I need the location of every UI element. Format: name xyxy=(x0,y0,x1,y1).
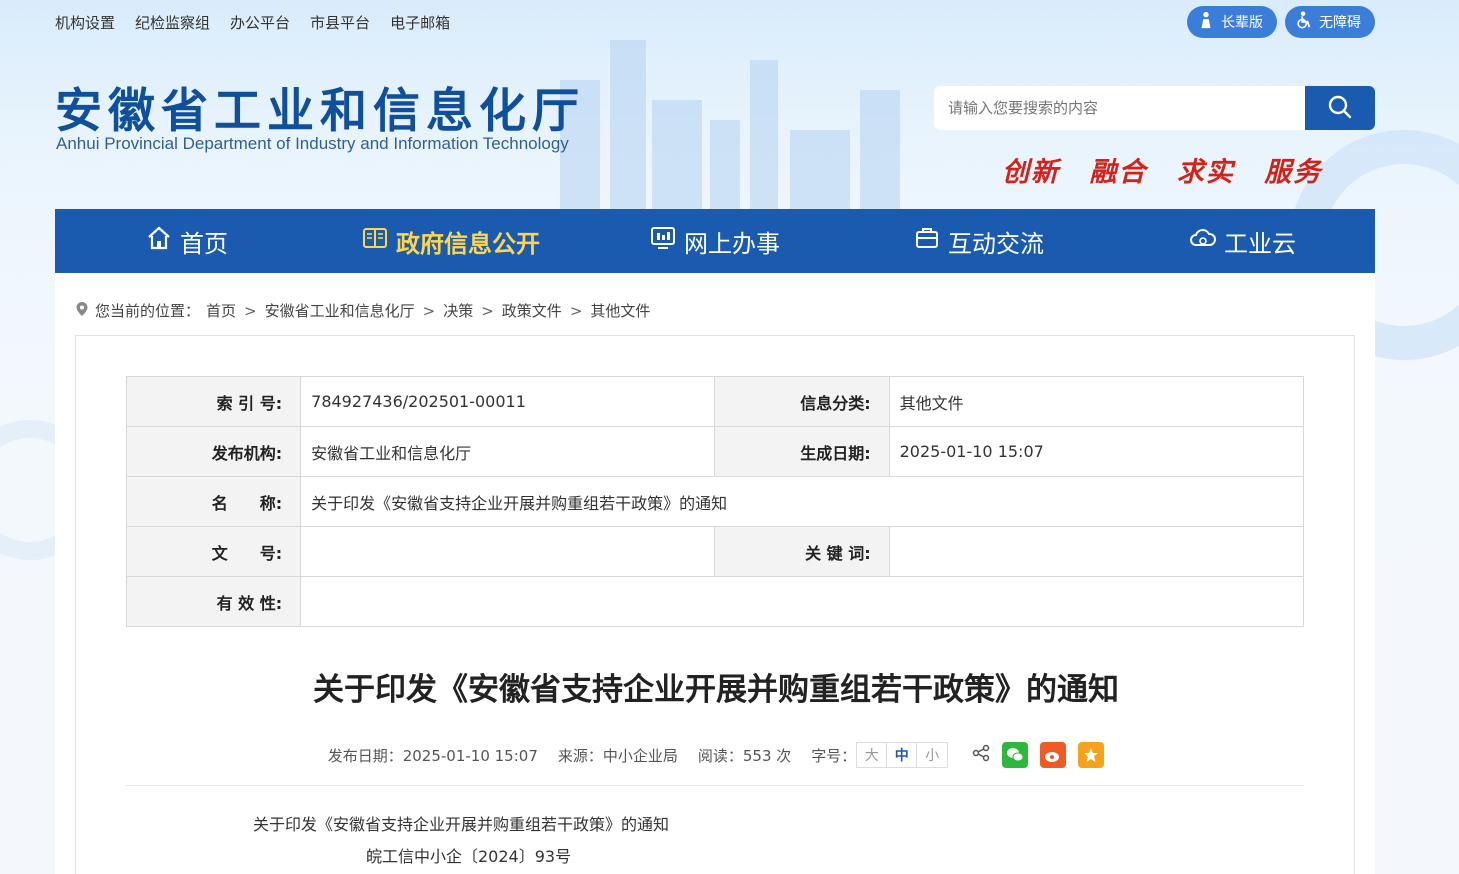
top-links: 机构设置 纪检监察组 办公平台 市县平台 电子邮箱 xyxy=(55,12,450,33)
meta-value xyxy=(888,526,1305,577)
cloud-gear-icon xyxy=(1190,225,1216,257)
content-box: 索 引 号: 784927436/202501-00011 信息分类: 其他文件… xyxy=(75,335,1355,874)
meta-label: 名 称: xyxy=(125,476,302,527)
monitor-icon xyxy=(650,225,676,257)
nav-item-online-service[interactable]: 网上办事 xyxy=(583,224,847,259)
briefcase-icon xyxy=(914,225,940,257)
nav-label: 首页 xyxy=(180,229,228,258)
breadcrumb-prefix: 您当前的位置： xyxy=(95,302,201,320)
breadcrumb-link[interactable]: 政策文件 xyxy=(502,300,562,321)
meta-label: 有 效 性: xyxy=(125,576,302,627)
main-panel: 您当前的位置： 首页 > 安徽省工业和信息化厅 > 决策 > 政策文件 > 其他… xyxy=(55,273,1375,874)
top-bar: 机构设置 纪检监察组 办公平台 市县平台 电子邮箱 长辈版 无障碍 xyxy=(55,0,1375,44)
font-size-small[interactable]: 小 xyxy=(917,743,947,767)
top-link-org[interactable]: 机构设置 xyxy=(55,12,115,33)
breadcrumb-separator: > xyxy=(569,301,583,320)
meta-label: 信息分类: xyxy=(714,376,890,427)
table-row: 有 效 性: xyxy=(125,576,1304,627)
top-link-office[interactable]: 办公平台 xyxy=(230,12,290,33)
font-size-selector: 大 中 小 xyxy=(856,742,949,768)
meta-label: 索 引 号: xyxy=(125,376,302,427)
nav-item-gov-info[interactable]: 政府信息公开 xyxy=(319,224,583,259)
search-input[interactable] xyxy=(934,86,1305,130)
nav-label: 网上办事 xyxy=(684,229,780,258)
breadcrumb-link[interactable]: 其他文件 xyxy=(590,300,650,321)
slogan-word: 融合 xyxy=(1089,157,1148,188)
search-bar xyxy=(934,86,1375,130)
share-bar xyxy=(972,742,1105,768)
slogan-word: 服务 xyxy=(1264,157,1323,188)
elder-mode-button[interactable]: 长辈版 xyxy=(1187,6,1277,38)
elder-mode-label: 长辈版 xyxy=(1221,15,1263,31)
nav-item-interaction[interactable]: 互动交流 xyxy=(847,224,1111,259)
nav-label: 工业云 xyxy=(1224,229,1296,258)
font-size-medium[interactable]: 中 xyxy=(887,743,918,767)
slogan-word: 创新 xyxy=(1002,157,1060,188)
top-link-discipline[interactable]: 纪检监察组 xyxy=(135,12,210,33)
font-size-large[interactable]: 大 xyxy=(857,743,888,767)
top-link-email[interactable]: 电子邮箱 xyxy=(390,12,450,33)
top-link-city[interactable]: 市县平台 xyxy=(310,12,370,33)
meta-value: 关于印发《安徽省支持企业开展并购重组若干政策》的通知 xyxy=(300,476,1304,527)
accessible-mode-button[interactable]: 无障碍 xyxy=(1285,6,1375,38)
weibo-icon[interactable] xyxy=(1040,742,1067,768)
meta-value: 安徽省工业和信息化厅 xyxy=(300,426,716,477)
read-count: 阅读：553 次 xyxy=(697,746,792,765)
breadcrumb: 您当前的位置： 首页 > 安徽省工业和信息化厅 > 决策 > 政策文件 > 其他… xyxy=(75,300,650,321)
search-icon xyxy=(1327,94,1353,123)
nav-item-industry-cloud[interactable]: 工业云 xyxy=(1111,224,1375,259)
slogan: 创新 融合 求实 服务 xyxy=(1002,150,1340,189)
main-nav: 首页 政府信息公开 网上办事 互动交流 工业云 xyxy=(55,209,1375,273)
meta-value: 其他文件 xyxy=(888,376,1305,427)
breadcrumb-link[interactable]: 安徽省工业和信息化厅 xyxy=(265,300,415,321)
breadcrumb-link[interactable]: 决策 xyxy=(443,300,473,321)
publish-date: 发布日期：2025-01-10 15:07 xyxy=(327,746,538,765)
article-doc-number: 皖工信中小企〔2024〕93号 xyxy=(366,847,572,866)
breadcrumb-separator: > xyxy=(481,301,494,320)
slogan-word: 求实 xyxy=(1176,157,1235,188)
table-row: 发布机构: 安徽省工业和信息化厅 生成日期: 2025-01-10 15:07 xyxy=(125,426,1305,477)
search-button[interactable] xyxy=(1305,86,1375,130)
meta-label: 关 键 词: xyxy=(714,526,890,577)
meta-label: 发布机构: xyxy=(125,426,302,477)
book-icon xyxy=(362,225,388,257)
font-size-label: 字号： xyxy=(811,746,857,765)
wechat-icon[interactable] xyxy=(1002,742,1029,768)
meta-value: 784927436/202501-00011 xyxy=(300,376,716,427)
nav-item-home[interactable]: 首页 xyxy=(55,224,319,259)
breadcrumb-separator: > xyxy=(422,301,436,320)
table-row: 名 称: 关于印发《安徽省支持企业开展并购重组若干政策》的通知 xyxy=(125,476,1304,527)
accessible-mode-label: 无障碍 xyxy=(1319,15,1361,31)
meta-label: 生成日期: xyxy=(714,426,890,477)
article-info: 发布日期：2025-01-10 15:07 来源：中小企业局 阅读：553 次 … xyxy=(76,742,1356,768)
wheelchair-icon xyxy=(1295,11,1313,33)
site-subtitle: Anhui Provincial Department of Industry … xyxy=(56,134,569,153)
meta-value: 2025-01-10 15:07 xyxy=(888,426,1305,477)
share-icon[interactable] xyxy=(972,744,990,766)
meta-table: 索 引 号: 784927436/202501-00011 信息分类: 其他文件… xyxy=(125,376,1305,627)
article-source: 来源：中小企业局 xyxy=(557,746,678,765)
breadcrumb-link[interactable]: 首页 xyxy=(206,300,236,321)
meta-value xyxy=(300,576,1304,627)
favorite-icon[interactable] xyxy=(1078,742,1105,768)
nav-label: 政府信息公开 xyxy=(396,229,540,258)
table-row: 索 引 号: 784927436/202501-00011 信息分类: 其他文件 xyxy=(125,376,1305,427)
article-body-line: 关于印发《安徽省支持企业开展并购重组若干政策》的通知 xyxy=(253,815,670,834)
article-title: 关于印发《安徽省支持企业开展并购重组若干政策》的通知 xyxy=(313,672,1119,708)
meta-label: 文 号: xyxy=(125,526,302,577)
nav-label: 互动交流 xyxy=(948,229,1044,258)
meta-value xyxy=(300,526,716,577)
home-icon xyxy=(146,225,172,257)
site-title: 安徽省工业和信息化厅 xyxy=(55,84,585,139)
location-pin-icon xyxy=(75,301,89,321)
breadcrumb-separator: > xyxy=(244,301,257,320)
elder-icon xyxy=(1197,11,1215,33)
divider xyxy=(126,785,1304,786)
table-row: 文 号: 关 键 词: xyxy=(125,526,1305,577)
